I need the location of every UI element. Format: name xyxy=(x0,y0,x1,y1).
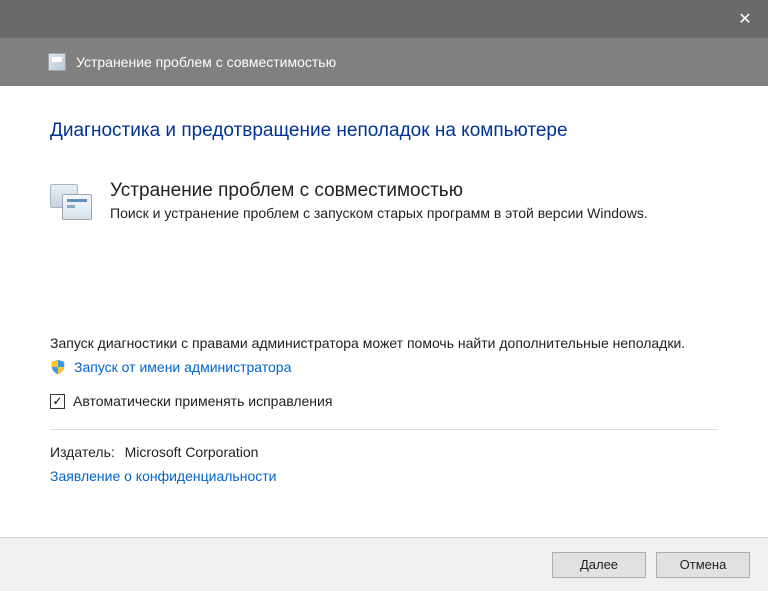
troubleshooter-text: Устранение проблем с совместимостью Поис… xyxy=(110,180,718,224)
uac-shield-icon xyxy=(50,359,66,375)
close-icon: ✕ xyxy=(738,9,751,29)
auto-apply-checkbox[interactable]: ✓ xyxy=(50,394,65,409)
dialog-header: Устранение проблем с совместимостью xyxy=(0,38,768,86)
publisher-value: Microsoft Corporation xyxy=(125,444,259,460)
dialog-footer: Далее Отмена xyxy=(0,537,768,591)
auto-apply-label: Автоматически применять исправления xyxy=(73,393,332,409)
troubleshooter-large-icon xyxy=(50,184,92,220)
admin-hint-text: Запуск диагностики с правами администрат… xyxy=(50,334,718,354)
main-heading: Диагностика и предотвращение неполадок н… xyxy=(50,120,718,142)
dialog-content: Диагностика и предотвращение неполадок н… xyxy=(0,86,768,484)
dialog-header-title: Устранение проблем с совместимостью xyxy=(76,54,336,70)
checkmark-icon: ✓ xyxy=(52,395,62,407)
next-button[interactable]: Далее xyxy=(552,552,646,578)
troubleshooter-title: Устранение проблем с совместимостью xyxy=(110,180,718,202)
compatibility-troubleshooter-icon xyxy=(48,53,66,71)
run-as-admin-row: Запуск от имени администратора xyxy=(50,359,718,375)
publisher-row: Издатель: Microsoft Corporation xyxy=(50,444,718,460)
troubleshooter-section: Устранение проблем с совместимостью Поис… xyxy=(50,180,718,224)
troubleshooter-description: Поиск и устранение проблем с запуском ст… xyxy=(110,204,718,224)
publisher-label: Издатель: xyxy=(50,444,115,460)
divider xyxy=(50,429,718,430)
titlebar: ✕ xyxy=(0,0,768,38)
run-as-admin-link[interactable]: Запуск от имени администратора xyxy=(74,359,291,375)
privacy-statement-link[interactable]: Заявление о конфиденциальности xyxy=(50,468,718,484)
auto-apply-row: ✓ Автоматически применять исправления xyxy=(50,393,718,409)
close-button[interactable]: ✕ xyxy=(722,0,768,38)
cancel-button[interactable]: Отмена xyxy=(656,552,750,578)
